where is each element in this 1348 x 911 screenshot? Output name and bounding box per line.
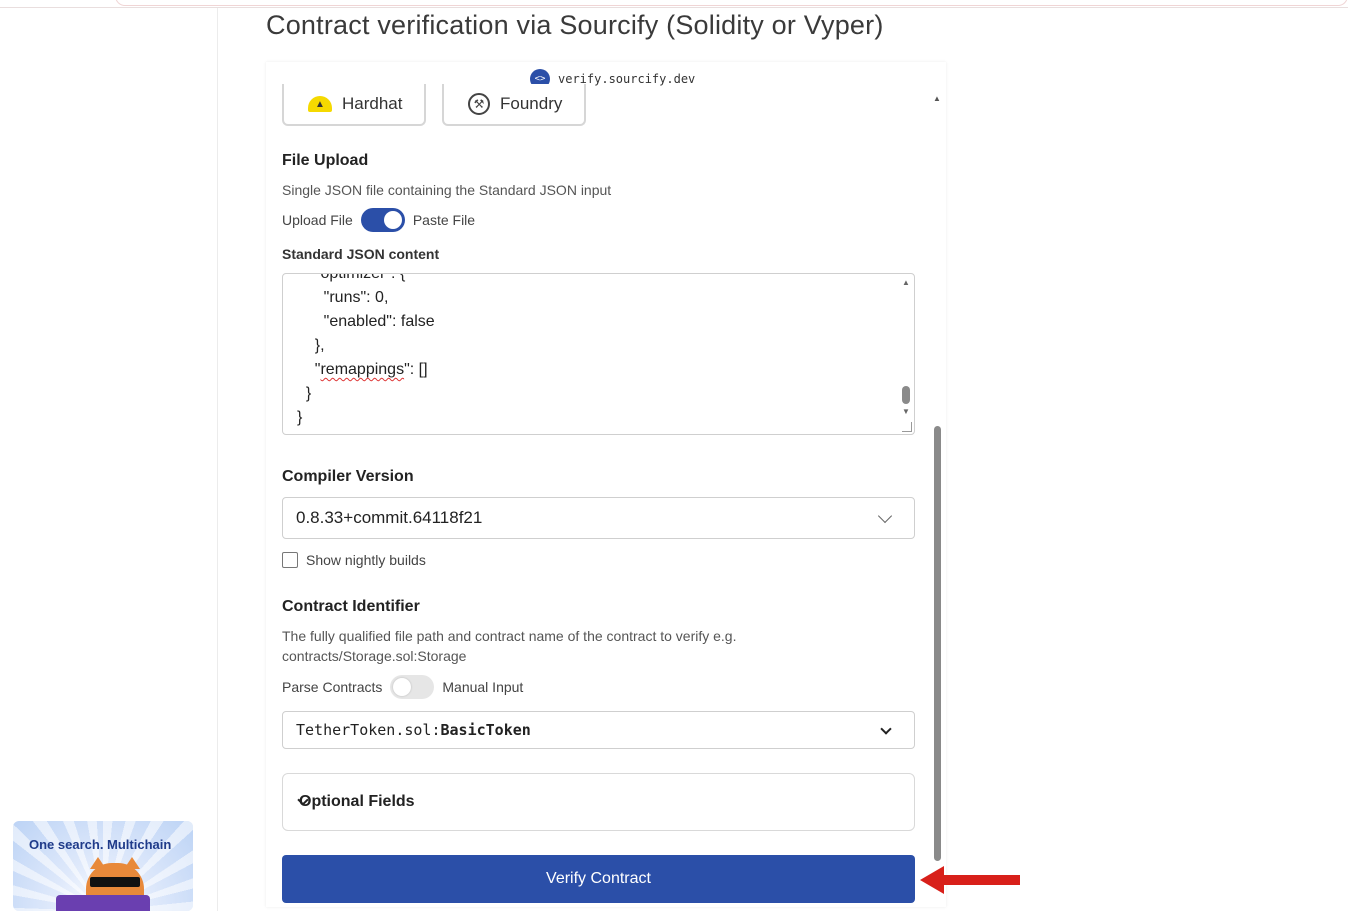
ad-text: One search. Multichain bbox=[29, 837, 172, 852]
panel-scrollbar[interactable]: ▲ bbox=[930, 90, 944, 890]
json-scrollbar[interactable]: ▲ ▼ bbox=[900, 276, 912, 432]
cat-ear bbox=[124, 857, 140, 869]
panel-scroll-thumb[interactable] bbox=[934, 426, 941, 861]
file-upload-title: File Upload bbox=[282, 152, 369, 169]
json-content: "optimizer": { "runs": 0, "enabled": fal… bbox=[297, 273, 435, 430]
json-line: }, bbox=[297, 337, 325, 354]
json-line: } bbox=[297, 385, 312, 402]
sunglasses-icon bbox=[90, 877, 140, 887]
tab-strip-edge bbox=[115, 0, 1348, 6]
nightly-builds-checkbox[interactable] bbox=[282, 552, 298, 568]
json-line: "optimizer": { bbox=[297, 273, 406, 282]
optional-fields-accordion[interactable]: Optional Fields bbox=[282, 773, 915, 831]
ad-banner[interactable]: One search. Multichain bbox=[13, 821, 193, 911]
parse-contracts-label: Parse Contracts bbox=[282, 679, 383, 695]
toggle-knob bbox=[383, 211, 402, 229]
upload-file-label: Upload File bbox=[282, 212, 353, 228]
contract-identifier-description: The fully qualified file path and contra… bbox=[282, 628, 737, 644]
chevron-down-icon bbox=[880, 723, 892, 735]
nightly-builds-label: Show nightly builds bbox=[306, 552, 426, 568]
upload-mode-toggle[interactable] bbox=[360, 208, 405, 232]
annotation-arrow-icon bbox=[920, 866, 1020, 896]
arrow-head bbox=[920, 866, 944, 894]
browser-top-edge bbox=[0, 0, 1348, 8]
upload-mode-toggle-row: Upload File Paste File bbox=[282, 208, 475, 232]
json-line-remappings: "remappings": [] bbox=[297, 361, 428, 378]
resize-handle-icon[interactable] bbox=[902, 422, 912, 432]
identifier-mode-toggle-row: Parse Contracts Manual Input bbox=[282, 675, 523, 699]
left-sidebar bbox=[0, 8, 218, 911]
hardhat-icon: ▲ bbox=[308, 96, 332, 112]
scroll-up-icon[interactable]: ▲ bbox=[933, 94, 941, 103]
compiler-version-value: 0.8.33+commit.64118f21 bbox=[296, 508, 483, 527]
page-title: Contract verification via Sourcify (Soli… bbox=[266, 10, 884, 40]
foundry-icon: ⚒ bbox=[468, 93, 490, 115]
hardhat-button[interactable]: ▲ Hardhat bbox=[282, 84, 426, 126]
file-upload-description: Single JSON file containing the Standard… bbox=[282, 182, 612, 198]
nightly-builds-row: Show nightly builds bbox=[282, 552, 426, 568]
paste-file-label: Paste File bbox=[412, 212, 476, 228]
cat-ear bbox=[90, 857, 106, 869]
json-line: "enabled": false bbox=[297, 313, 435, 330]
json-line: } bbox=[297, 409, 303, 426]
chevron-down-icon bbox=[877, 508, 893, 524]
optional-fields-label: Optional Fields bbox=[299, 793, 415, 810]
contract-name-value: BasicToken bbox=[440, 721, 531, 739]
compiler-version-title: Compiler Version bbox=[282, 468, 414, 485]
contract-identifier-example: contracts/Storage.sol:Storage bbox=[282, 648, 467, 664]
json-scroll-thumb[interactable] bbox=[902, 386, 910, 404]
hardhat-label: Hardhat bbox=[342, 94, 403, 113]
foundry-button[interactable]: ⚒ Foundry bbox=[442, 84, 586, 126]
contract-file-value: TetherToken.sol: bbox=[296, 721, 441, 739]
compiler-version-select[interactable]: 0.8.33+commit.64118f21 bbox=[282, 497, 915, 539]
manual-input-label: Manual Input bbox=[442, 679, 524, 695]
scroll-down-icon[interactable]: ▼ bbox=[902, 407, 910, 416]
standard-json-textarea[interactable]: "optimizer": { "runs": 0, "enabled": fal… bbox=[282, 273, 915, 435]
identifier-mode-toggle[interactable] bbox=[390, 675, 435, 699]
contract-select[interactable]: TetherToken.sol: BasicToken bbox=[282, 711, 915, 749]
toggle-knob bbox=[393, 678, 412, 696]
arrow-shaft bbox=[942, 875, 1020, 885]
spellcheck-underline: remappings bbox=[320, 361, 405, 378]
foundry-label: Foundry bbox=[500, 94, 563, 113]
contract-identifier-title: Contract Identifier bbox=[282, 598, 420, 615]
verify-contract-button[interactable]: Verify Contract bbox=[282, 855, 915, 903]
scroll-up-icon[interactable]: ▲ bbox=[902, 278, 910, 287]
laptop-icon bbox=[56, 895, 150, 911]
json-line: "runs": 0, bbox=[297, 289, 389, 306]
standard-json-label: Standard JSON content bbox=[282, 246, 440, 262]
